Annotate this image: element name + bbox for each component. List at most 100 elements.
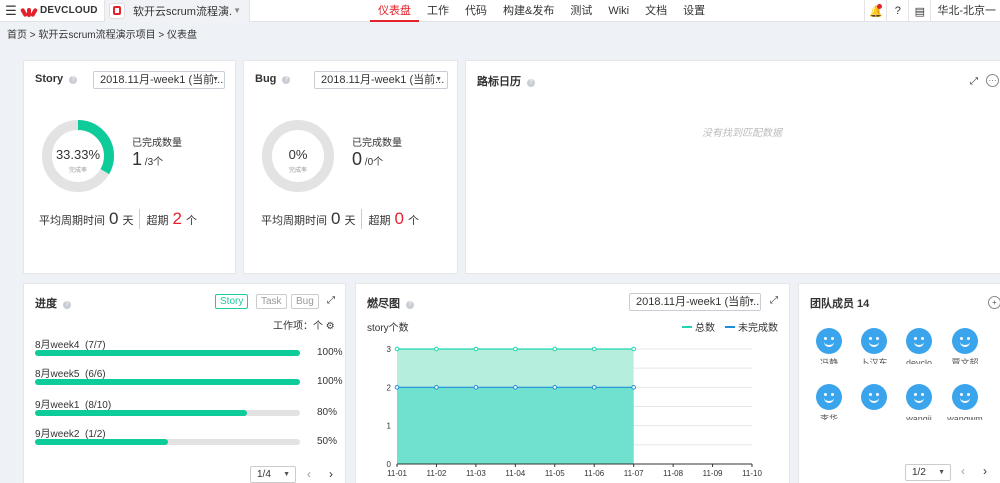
member-name: devclo — [905, 358, 932, 364]
tab-story[interactable]: Story — [215, 294, 249, 309]
story-sprint-select[interactable]: 2018.11月-week1 (当前... ▼ — [93, 71, 225, 89]
progress-bar-fill — [35, 410, 247, 416]
next-page-icon[interactable]: › — [329, 467, 333, 481]
bug-unit: 个 — [373, 157, 384, 168]
burndown-title: 燃尽图? — [367, 295, 414, 311]
x-tick-label: 11-03 — [466, 469, 486, 478]
nav-wiki[interactable]: Wiki — [600, 0, 637, 22]
member-avatar[interactable]: wangji — [899, 384, 939, 420]
team-pager-value: 1/2 — [912, 467, 926, 478]
help-icon[interactable]: ? — [69, 76, 78, 84]
progress-row: 8月week4 (7/7) 100% — [35, 336, 355, 358]
prev-page-icon[interactable]: ‹ — [961, 464, 965, 478]
divider — [139, 209, 141, 229]
prev-page-icon[interactable]: ‹ — [307, 467, 311, 481]
member-avatar[interactable]: 李华 — [809, 384, 849, 420]
help-icon[interactable]: ? — [282, 76, 291, 84]
nav-work[interactable]: 工作 — [419, 0, 457, 22]
bug-donut-chart: 0% 完成率 — [262, 120, 334, 192]
story-done-value: 1 — [132, 149, 143, 169]
member-avatar[interactable]: 冯静 — [809, 328, 849, 364]
bug-card: Bug? 2018.11月-week1 (当前... ▼ 0% 完成率 已完成数量… — [243, 60, 458, 274]
more-icon[interactable]: ··· — [986, 74, 999, 87]
avatar — [861, 384, 887, 410]
progress-row-pct: 100% — [317, 376, 343, 387]
story-cycle-value: 0 — [109, 209, 119, 228]
nav-settings[interactable]: 设置 — [675, 0, 713, 22]
avatar — [952, 328, 978, 354]
expand-icon[interactable]: ⤢ — [324, 294, 338, 308]
bug-done-count: 0 /0个 — [352, 149, 384, 169]
point-remaining — [552, 385, 558, 390]
bug-cycle-stats: 平均周期时间 0 天 超期 0 个 — [261, 209, 419, 229]
story-donut-chart: 33.33% 完成率 — [42, 120, 114, 192]
help-icon[interactable]: ? — [406, 301, 414, 309]
next-page-icon[interactable]: › — [983, 464, 987, 478]
member-avatar[interactable]: devclo — [899, 328, 939, 364]
logo[interactable]: DEVCLOUD — [20, 5, 104, 17]
member-avatar[interactable] — [854, 384, 894, 420]
chevron-down-icon: ▼ — [233, 6, 241, 15]
member-avatar[interactable]: 覃文超 — [945, 328, 985, 364]
burndown-sprint-value: 2018.11月-week1 (当前... — [636, 296, 760, 308]
x-tick-label: 11-01 — [387, 469, 407, 478]
worktype-text: 工作项：个 — [273, 321, 323, 332]
bug-sprint-select[interactable]: 2018.11月-week1 (当前... ▼ — [314, 71, 448, 89]
member-name: 覃文超 — [951, 358, 979, 364]
bug-sprint-value: 2018.11月-week1 (当前... — [321, 74, 445, 86]
burndown-sprint-select[interactable]: 2018.11月-week1 (当前... ▼ — [629, 293, 761, 311]
expand-icon[interactable]: ⤢ — [967, 75, 981, 89]
team-pager-select[interactable]: 1/2 ▼ — [905, 464, 951, 481]
add-member-icon[interactable]: + — [988, 296, 1000, 309]
member-avatar[interactable]: wangwm — [945, 384, 985, 420]
burndown-title-text: 燃尽图 — [367, 298, 400, 310]
point-remaining — [473, 385, 479, 390]
nav-test[interactable]: 测试 — [562, 0, 600, 22]
top-bar: ☰ DEVCLOUD 软开云scrum流程演... ▼ 仪表盘 工作 代码 构建… — [0, 0, 1000, 22]
nav-docs[interactable]: 文档 — [637, 0, 675, 22]
progress-title: 进度? — [35, 295, 71, 311]
nav-dashboard[interactable]: 仪表盘 — [370, 0, 419, 22]
help-icon[interactable]: ? — [886, 0, 908, 22]
x-tick-label: 11-05 — [545, 469, 565, 478]
member-avatar[interactable]: 卜汉东 — [854, 328, 894, 364]
progress-card: 进度? Story Task Bug ⤢ 工作项：个 ⚙ 8月week4 (7/… — [23, 283, 346, 483]
bug-rate-label: 完成率 — [289, 166, 307, 174]
help-icon[interactable]: ? — [63, 301, 71, 309]
progress-pager-select[interactable]: 1/4 ▼ — [250, 466, 296, 483]
huawei-logo-icon — [20, 5, 38, 17]
progress-bar-fill — [35, 350, 300, 356]
x-tick-label: 11-09 — [703, 469, 723, 478]
chevron-down-icon: ▼ — [748, 298, 755, 305]
x-tick-label: 11-07 — [624, 469, 644, 478]
bug-overdue-value: 0 — [394, 209, 404, 228]
expand-icon[interactable]: ⤢ — [767, 294, 781, 308]
menu-icon[interactable]: ☰ — [0, 3, 22, 19]
doc-icon[interactable]: ▤ — [908, 0, 930, 22]
tab-task[interactable]: Task — [256, 294, 287, 309]
bug-cycle-value: 0 — [331, 209, 341, 228]
story-done-count: 1 /3个 — [132, 149, 164, 169]
avatar — [952, 384, 978, 410]
story-overdue-label: 超期 — [146, 215, 169, 227]
project-switcher[interactable]: 软开云scrum流程演... ▼ — [104, 0, 250, 22]
help-icon[interactable]: ? — [527, 79, 535, 87]
region-selector[interactable]: 华北-北京一 — [930, 0, 1000, 22]
nav-build-release[interactable]: 构建&发布 — [495, 0, 562, 22]
point-total — [473, 346, 479, 352]
member-name — [854, 412, 894, 420]
empty-state-text: 没有找到匹配数据 — [702, 128, 782, 139]
area-remaining — [397, 387, 634, 464]
nav-code[interactable]: 代码 — [457, 0, 495, 22]
story-cycle-stats: 平均周期时间 0 天 超期 2 个 — [39, 209, 197, 229]
progress-bar-fill — [35, 439, 168, 445]
point-remaining — [631, 385, 636, 390]
x-tick-label: 11-04 — [505, 469, 525, 478]
gear-icon[interactable]: ⚙ — [326, 321, 335, 332]
bell-icon[interactable]: 🔔 — [864, 0, 886, 22]
point-total — [631, 346, 636, 352]
story-overdue-unit: 个 — [185, 215, 197, 227]
tab-bug[interactable]: Bug — [291, 294, 319, 309]
progress-title-text: 进度 — [35, 298, 57, 310]
milestone-title-text: 路标日历 — [477, 76, 521, 88]
